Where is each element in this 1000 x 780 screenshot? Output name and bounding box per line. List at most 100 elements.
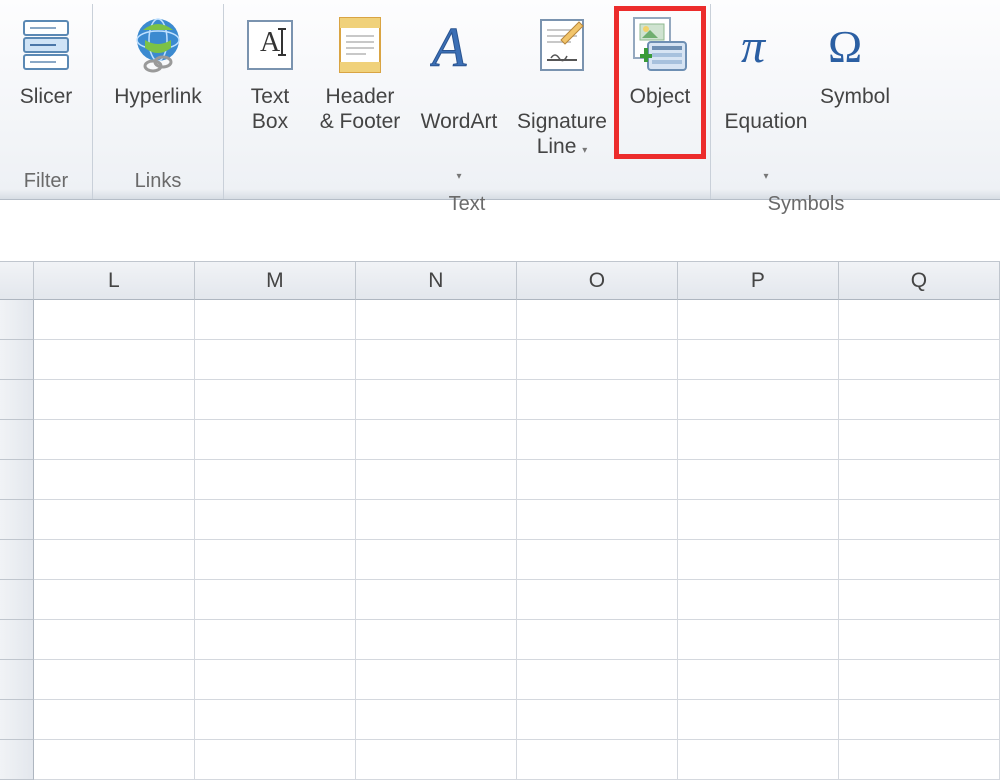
cell[interactable] — [356, 380, 517, 420]
cell[interactable] — [195, 500, 356, 540]
cell[interactable] — [839, 420, 1000, 460]
cell[interactable] — [195, 580, 356, 620]
cell[interactable] — [195, 620, 356, 660]
cell[interactable] — [195, 660, 356, 700]
cell[interactable] — [678, 340, 839, 380]
cell[interactable] — [517, 740, 678, 780]
cell[interactable] — [34, 340, 195, 380]
column-header[interactable]: L — [34, 262, 195, 300]
object-button[interactable]: Object — [616, 8, 704, 187]
cell[interactable] — [678, 660, 839, 700]
row-header[interactable] — [0, 340, 34, 380]
cell[interactable] — [678, 300, 839, 340]
cell[interactable] — [839, 740, 1000, 780]
cell[interactable] — [839, 540, 1000, 580]
equation-button[interactable]: π Equation ▾ — [717, 8, 815, 187]
row-header[interactable] — [0, 740, 34, 780]
row-header[interactable] — [0, 500, 34, 540]
signature-line-button[interactable]: Signature Line ▾ — [508, 8, 616, 187]
cell[interactable] — [839, 500, 1000, 540]
row-header[interactable] — [0, 660, 34, 700]
cell[interactable] — [839, 580, 1000, 620]
cell[interactable] — [517, 460, 678, 500]
row-header[interactable] — [0, 700, 34, 740]
cell[interactable] — [34, 740, 195, 780]
cell[interactable] — [195, 340, 356, 380]
cell[interactable] — [517, 340, 678, 380]
row-header[interactable] — [0, 460, 34, 500]
cell[interactable] — [34, 660, 195, 700]
row-header[interactable] — [0, 300, 34, 340]
cell[interactable] — [839, 300, 1000, 340]
cell[interactable] — [678, 580, 839, 620]
cell[interactable] — [356, 460, 517, 500]
cell[interactable] — [356, 420, 517, 460]
cell[interactable] — [34, 700, 195, 740]
cell[interactable] — [517, 500, 678, 540]
header-footer-button[interactable]: Header & Footer — [310, 8, 410, 187]
cell[interactable] — [678, 420, 839, 460]
cell[interactable] — [356, 340, 517, 380]
select-all-corner[interactable] — [0, 262, 34, 300]
cell[interactable] — [517, 660, 678, 700]
row-header[interactable] — [0, 540, 34, 580]
column-header[interactable]: M — [195, 262, 356, 300]
cell[interactable] — [195, 380, 356, 420]
cell[interactable] — [517, 540, 678, 580]
cell[interactable] — [517, 580, 678, 620]
slicer-button[interactable]: Slicer — [6, 8, 86, 164]
cell[interactable] — [195, 540, 356, 580]
cell[interactable] — [839, 620, 1000, 660]
cell[interactable] — [34, 300, 195, 340]
row-header[interactable] — [0, 420, 34, 460]
cell[interactable] — [678, 540, 839, 580]
hyperlink-button[interactable]: Hyperlink — [99, 8, 217, 164]
cell[interactable] — [678, 620, 839, 660]
cell[interactable] — [195, 460, 356, 500]
cell[interactable] — [356, 740, 517, 780]
cell[interactable] — [678, 500, 839, 540]
text-box-button[interactable]: A Text Box — [230, 8, 310, 187]
cell[interactable] — [839, 660, 1000, 700]
cell[interactable] — [839, 380, 1000, 420]
cell[interactable] — [517, 420, 678, 460]
row-header[interactable] — [0, 620, 34, 660]
cell[interactable] — [195, 700, 356, 740]
cell[interactable] — [195, 300, 356, 340]
cell[interactable] — [34, 580, 195, 620]
cell[interactable] — [356, 700, 517, 740]
cell[interactable] — [678, 460, 839, 500]
cell[interactable] — [34, 380, 195, 420]
symbol-button[interactable]: Ω Symbol — [815, 8, 895, 187]
cell[interactable] — [356, 660, 517, 700]
cell[interactable] — [678, 380, 839, 420]
cell[interactable] — [517, 300, 678, 340]
cell[interactable] — [356, 580, 517, 620]
cell[interactable] — [356, 540, 517, 580]
row-header[interactable] — [0, 380, 34, 420]
column-header[interactable]: O — [517, 262, 678, 300]
column-header[interactable]: P — [678, 262, 839, 300]
cell[interactable] — [517, 700, 678, 740]
cell[interactable] — [517, 380, 678, 420]
cell[interactable] — [839, 460, 1000, 500]
cell[interactable] — [34, 620, 195, 660]
row-header[interactable] — [0, 580, 34, 620]
cell[interactable] — [356, 300, 517, 340]
cell[interactable] — [839, 340, 1000, 380]
cell[interactable] — [195, 740, 356, 780]
wordart-button[interactable]: A WordArt ▾ — [410, 8, 508, 187]
cell[interactable] — [678, 700, 839, 740]
cell[interactable] — [517, 620, 678, 660]
cell[interactable] — [356, 620, 517, 660]
cell[interactable] — [839, 700, 1000, 740]
column-header[interactable]: Q — [839, 262, 1000, 300]
cell[interactable] — [678, 740, 839, 780]
cell[interactable] — [34, 460, 195, 500]
cell[interactable] — [34, 420, 195, 460]
column-header[interactable]: N — [356, 262, 517, 300]
cell[interactable] — [34, 500, 195, 540]
cell[interactable] — [34, 540, 195, 580]
cell[interactable] — [356, 500, 517, 540]
cell[interactable] — [195, 420, 356, 460]
